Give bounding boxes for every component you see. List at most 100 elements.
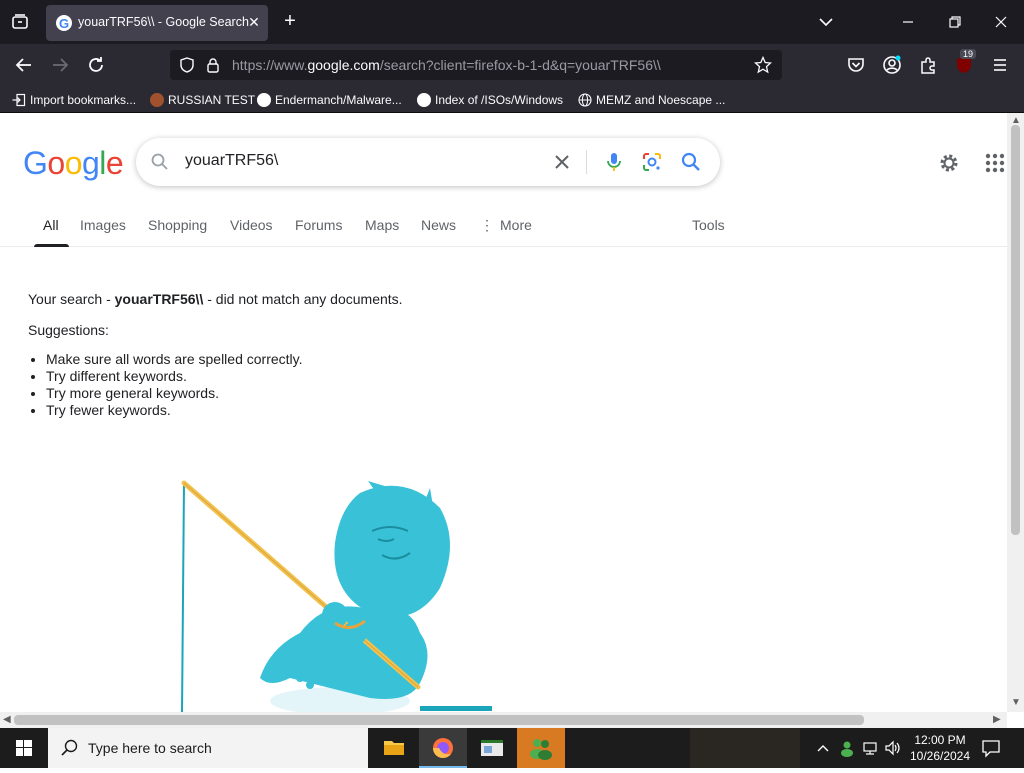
vertical-scrollbar[interactable]: ▲ ▼ <box>1007 113 1024 712</box>
settings-gear-icon[interactable] <box>937 151 961 175</box>
horizontal-scrollbar[interactable]: ◀ ▶ <box>0 712 1007 728</box>
start-windows-icon[interactable] <box>0 728 48 768</box>
show-hidden-icons-chevron-icon[interactable] <box>814 738 832 758</box>
bookmark-isos[interactable]: Index of /ISOs/Windows <box>417 91 563 109</box>
firefox-taskbar-icon[interactable] <box>419 728 467 768</box>
svg-text:G: G <box>59 16 69 31</box>
pocket-icon[interactable] <box>844 53 868 77</box>
scroll-right-arrow-icon[interactable]: ▶ <box>993 714 1001 725</box>
search-box[interactable]: youarTRF56\ <box>136 138 720 186</box>
scroll-left-arrow-icon[interactable]: ◀ <box>3 714 11 725</box>
tab-images[interactable]: Images <box>80 217 126 233</box>
suggestions-heading: Suggestions: <box>28 322 109 338</box>
tab-close-icon[interactable]: ✕ <box>246 14 262 30</box>
google-favicon-icon <box>257 93 271 107</box>
import-icon <box>12 93 26 107</box>
tracking-protection-shield-icon[interactable] <box>178 56 196 74</box>
tab-more-label: More <box>500 217 532 233</box>
tab-overflow-chevron-icon[interactable] <box>816 12 836 32</box>
bookmark-import[interactable]: Import bookmarks... <box>12 91 136 109</box>
bookmark-russian-test[interactable]: RUSSIAN TEST <box>150 91 255 109</box>
logo-letter: g <box>81 145 100 181</box>
list-all-tabs-icon[interactable] <box>8 10 32 34</box>
bookmark-memz[interactable]: MEMZ and Noescape ... <box>578 91 725 109</box>
voice-search-mic-icon[interactable] <box>602 150 626 174</box>
horizontal-scroll-thumb[interactable] <box>14 715 864 725</box>
more-vertical-dots-icon: ⋮ <box>480 217 494 233</box>
search-query-text[interactable]: youarTRF56\ <box>185 152 278 170</box>
horseshoe-icon <box>150 93 164 107</box>
google-apps-grid-icon[interactable] <box>983 151 1007 175</box>
network-icon[interactable] <box>862 738 880 758</box>
clock-time: 12:00 PM <box>914 733 966 747</box>
address-bar[interactable]: https://www.google.com/search?client=fir… <box>170 50 782 80</box>
navigation-toolbar: https://www.google.com/search?client=fir… <box>0 44 1024 86</box>
bookmark-endermanch[interactable]: Endermanch/Malware... <box>257 91 402 109</box>
fishing-monster-illustration <box>181 480 492 712</box>
bookmark-label: Endermanch/Malware... <box>275 93 402 107</box>
logo-letter: l <box>99 145 106 181</box>
list-item: Try different keywords. <box>46 368 728 385</box>
browser-tab-active[interactable]: G youarTRF56\\ - Google Search ✕ <box>46 5 268 41</box>
bookmark-label: Import bookmarks... <box>30 93 137 107</box>
restore-window-icon[interactable] <box>945 12 965 32</box>
no-results-message: Your search - youarTRF56\\ - did not mat… <box>28 289 728 419</box>
globe-icon <box>578 93 592 107</box>
google-favicon-icon <box>417 93 431 107</box>
list-item: Try more general keywords. <box>46 385 728 402</box>
taskbar-wallpaper-strip <box>690 728 800 768</box>
search-icon <box>150 152 170 172</box>
extensions-puzzle-icon[interactable] <box>916 53 940 77</box>
tab-shopping[interactable]: Shopping <box>148 217 207 233</box>
tab-videos[interactable]: Videos <box>230 217 273 233</box>
taskbar-search-box[interactable]: Type here to search <box>48 728 368 768</box>
volume-icon[interactable] <box>884 738 902 758</box>
logo-letter: e <box>105 145 124 181</box>
close-window-icon[interactable] <box>991 12 1011 32</box>
active-tab-indicator <box>34 244 69 247</box>
bookmark-label: Index of /ISOs/Windows <box>435 93 564 107</box>
scroll-down-arrow-icon[interactable]: ▼ <box>1011 697 1021 708</box>
bookmark-star-icon[interactable] <box>753 55 773 74</box>
bookmark-label: MEMZ and Noescape ... <box>596 93 726 107</box>
app-window-icon[interactable] <box>468 728 516 768</box>
search-divider <box>586 150 587 174</box>
tab-all[interactable]: All <box>43 217 59 233</box>
vertical-scroll-thumb[interactable] <box>1011 125 1020 535</box>
lock-icon[interactable] <box>204 56 222 74</box>
bookmarks-toolbar: Import bookmarks... RUSSIAN TEST Enderma… <box>0 86 1024 113</box>
windows-taskbar: Type here to search 12:00 PM 10/26/2024 <box>0 728 1024 768</box>
blocked-count-badge: 19 <box>960 49 977 59</box>
google-lens-camera-icon[interactable] <box>640 150 664 174</box>
back-arrow-icon[interactable] <box>12 53 36 77</box>
tab-more[interactable]: ⋮ More <box>480 217 532 234</box>
tab-maps[interactable]: Maps <box>365 217 399 233</box>
tab-forums[interactable]: Forums <box>295 217 342 233</box>
new-tab-button[interactable]: + <box>280 11 300 31</box>
logo-letter: o <box>64 145 83 181</box>
msn-messenger-icon[interactable] <box>517 728 565 768</box>
bookmark-label: RUSSIAN TEST <box>168 93 256 107</box>
clear-search-icon[interactable] <box>550 150 574 174</box>
forward-arrow-icon[interactable] <box>48 53 72 77</box>
account-icon[interactable] <box>880 53 904 77</box>
tab-title: youarTRF56\\ - Google Search <box>78 15 249 29</box>
hamburger-menu-icon[interactable] <box>988 53 1012 77</box>
notifications-icon[interactable] <box>980 738 1002 758</box>
messenger-tray-icon[interactable] <box>838 738 856 758</box>
search-icon <box>60 738 80 758</box>
tools-button[interactable]: Tools <box>692 217 725 233</box>
tab-news[interactable]: News <box>421 217 456 233</box>
url-text: https://www.google.com/search?client=fir… <box>232 57 661 73</box>
google-results-page: Google youarTRF56\ All Images Shopping V… <box>0 113 1007 712</box>
suggestions-list: Make sure all words are spelled correctl… <box>28 351 728 419</box>
search-submit-icon[interactable] <box>679 150 703 174</box>
google-logo[interactable]: Google <box>23 145 124 182</box>
reload-icon[interactable] <box>84 53 108 77</box>
minimize-window-icon[interactable] <box>898 12 918 32</box>
taskbar-clock[interactable]: 12:00 PM 10/26/2024 <box>908 732 972 764</box>
file-explorer-icon[interactable] <box>370 728 418 768</box>
list-item: Try fewer keywords. <box>46 402 728 419</box>
search-type-tabs: All Images Shopping Videos Forums Maps N… <box>0 201 1007 247</box>
list-item: Make sure all words are spelled correctl… <box>46 351 728 368</box>
